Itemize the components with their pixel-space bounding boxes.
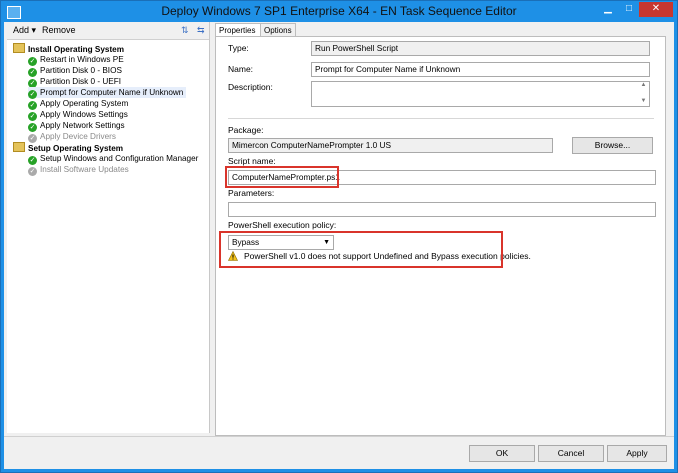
description-field[interactable] bbox=[311, 81, 650, 107]
move-down-icon[interactable]: ⇆ bbox=[197, 25, 205, 36]
tree-item-setup-windows-cm[interactable]: ✓ Setup Windows and Configuration Manager bbox=[28, 153, 198, 165]
description-label: Description: bbox=[228, 82, 273, 92]
tree-toolbar: Add ▾ Remove ⇅ ⇆ bbox=[7, 22, 209, 40]
tree-item-partition-uefi[interactable]: ✓ Partition Disk 0 - UEFI bbox=[28, 76, 121, 88]
name-label: Name: bbox=[228, 64, 254, 74]
execution-policy-label: PowerShell execution policy: bbox=[228, 220, 337, 230]
tree-item-restart-winpe[interactable]: ✓ Restart in Windows PE bbox=[28, 54, 124, 66]
highlight-box bbox=[225, 166, 339, 188]
tree-item-apply-device-drivers[interactable]: ✓ Apply Device Drivers bbox=[28, 131, 116, 143]
add-menu-button[interactable]: Add ▾ bbox=[13, 25, 36, 36]
task-sequence-pane: Add ▾ Remove ⇅ ⇆ Install Operating Syste… bbox=[7, 22, 210, 433]
type-label: Type: bbox=[228, 43, 249, 53]
properties-panel: Type: Run PowerShell Script Name: Prompt… bbox=[215, 36, 666, 436]
move-up-icon[interactable]: ⇅ bbox=[181, 25, 189, 36]
name-field[interactable]: Prompt for Computer Name if Unknown bbox=[311, 62, 650, 77]
folder-icon bbox=[13, 142, 25, 152]
browse-button[interactable]: Browse... bbox=[572, 137, 653, 154]
package-label: Package: bbox=[228, 125, 264, 135]
editor-window: Deploy Windows 7 SP1 Enterprise X64 - EN… bbox=[0, 0, 678, 473]
apply-button[interactable]: Apply bbox=[607, 445, 667, 462]
title-bar[interactable]: Deploy Windows 7 SP1 Enterprise X64 - EN… bbox=[1, 1, 677, 22]
description-scrollbar[interactable]: ▲ ▼ bbox=[639, 81, 648, 107]
minimize-button[interactable]: ▁ bbox=[597, 2, 619, 17]
remove-button[interactable]: Remove bbox=[42, 25, 76, 35]
ok-button[interactable]: OK bbox=[469, 445, 535, 462]
tree-group-setup-os[interactable]: Setup Operating System bbox=[13, 142, 123, 153]
script-name-label: Script name: bbox=[228, 156, 276, 166]
tree-item-apply-network-settings[interactable]: ✓ Apply Network Settings bbox=[28, 120, 125, 132]
tree-item-apply-windows-settings[interactable]: ✓ Apply Windows Settings bbox=[28, 109, 128, 121]
divider bbox=[228, 118, 654, 119]
close-button[interactable]: ✕ bbox=[639, 2, 673, 17]
highlight-box bbox=[219, 231, 503, 268]
parameters-field[interactable] bbox=[228, 202, 656, 217]
maximize-button[interactable]: □ bbox=[619, 2, 639, 17]
tree-item-partition-bios[interactable]: ✓ Partition Disk 0 - BIOS bbox=[28, 65, 122, 77]
check-icon: ✓ bbox=[28, 167, 37, 176]
window-title: Deploy Windows 7 SP1 Enterprise X64 - EN… bbox=[161, 4, 517, 18]
parameters-label: Parameters: bbox=[228, 188, 275, 198]
folder-icon bbox=[13, 43, 25, 53]
tree-item-install-updates[interactable]: ✓ Install Software Updates bbox=[28, 164, 129, 176]
tree-item-prompt-computer-name[interactable]: ✓ Prompt for Computer Name if Unknown bbox=[28, 87, 187, 99]
cancel-button[interactable]: Cancel bbox=[538, 445, 604, 462]
editor-client: Add ▾ Remove ⇅ ⇆ Install Operating Syste… bbox=[4, 22, 674, 469]
dialog-button-bar: OK Cancel Apply bbox=[4, 436, 674, 469]
type-field: Run PowerShell Script bbox=[311, 41, 650, 56]
tree-group-install-os[interactable]: Install Operating System bbox=[13, 43, 124, 54]
tree-item-apply-os[interactable]: ✓ Apply Operating System bbox=[28, 98, 128, 110]
package-field: Mimercon ComputerNamePrompter 1.0 US bbox=[228, 138, 553, 153]
